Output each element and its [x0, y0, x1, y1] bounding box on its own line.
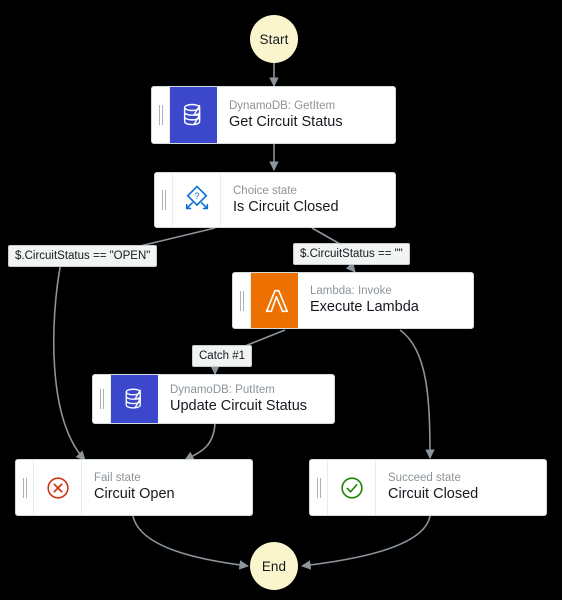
svg-text:?: ?: [194, 191, 199, 201]
state-title: Is Circuit Closed: [233, 198, 339, 215]
state-title: Update Circuit Status: [170, 397, 308, 414]
choice-icon: ?: [173, 173, 221, 227]
lambda-icon: [251, 273, 298, 328]
state-labels: Fail state Circuit Open: [82, 460, 252, 515]
state-subtitle: Fail state: [94, 472, 141, 484]
state-subtitle: Lambda: Invoke: [310, 285, 392, 297]
fail-icon: [34, 460, 82, 515]
edge-label-choice-open[interactable]: $.CircuitStatus == "OPEN": [8, 245, 158, 267]
state-subtitle: DynamoDB: GetItem: [229, 99, 336, 112]
edge-fail-to-end: [132, 515, 249, 570]
state-subtitle: Succeed state: [388, 472, 461, 484]
edge-choice-to-empty-label: [311, 227, 341, 245]
edge-label-catch[interactable]: Catch #1: [192, 345, 253, 367]
state-labels: DynamoDB: PutItem Update Circuit Status: [158, 375, 334, 423]
end-node[interactable]: End: [250, 542, 298, 590]
state-labels: Succeed state Circuit Closed: [376, 460, 546, 515]
state-labels: DynamoDB: GetItem Get Circuit Status: [217, 87, 395, 143]
edge-choice-to-open-label: [139, 227, 216, 247]
end-label: End: [261, 558, 287, 574]
drag-handle[interactable]: [310, 460, 328, 515]
edge-succeed-to-end: [301, 515, 431, 570]
state-title: Circuit Closed: [388, 486, 479, 502]
edge-lambda-to-succeed: [399, 329, 435, 459]
state-title: Circuit Open: [94, 486, 175, 502]
state-title: Execute Lambda: [310, 299, 419, 315]
state-circuit-closed[interactable]: Succeed state Circuit Closed: [309, 459, 547, 516]
drag-handle[interactable]: [16, 460, 34, 515]
state-labels: Lambda: Invoke Execute Lambda: [298, 273, 473, 328]
drag-handle[interactable]: [93, 375, 111, 423]
edge-open-label-to-fail: [52, 261, 86, 461]
workflow-canvas: Start DynamoDB: GetItem Get Circuit Stat…: [0, 0, 562, 600]
state-title: Get Circuit Status: [229, 113, 343, 130]
drag-handle[interactable]: [155, 173, 173, 227]
succeed-icon: [328, 460, 376, 515]
dynamodb-icon: [111, 375, 158, 423]
state-get-circuit-status[interactable]: DynamoDB: GetItem Get Circuit Status: [151, 86, 396, 144]
start-node[interactable]: Start: [250, 15, 298, 63]
start-label: Start: [259, 31, 289, 47]
state-circuit-open[interactable]: Fail state Circuit Open: [15, 459, 253, 516]
drag-handle[interactable]: [152, 87, 170, 143]
dynamodb-icon: [170, 87, 217, 143]
state-labels: Choice state Is Circuit Closed: [221, 173, 395, 227]
state-subtitle: Choice state: [233, 184, 297, 197]
state-subtitle: DynamoDB: PutItem: [170, 383, 275, 396]
state-is-circuit-closed[interactable]: ? Choice state Is Circuit Closed: [154, 172, 396, 228]
state-update-circuit-status[interactable]: DynamoDB: PutItem Update Circuit Status: [92, 374, 335, 424]
drag-handle[interactable]: [233, 273, 251, 328]
edge-label-choice-empty[interactable]: $.CircuitStatus == "": [293, 243, 410, 265]
edge-putitem-to-fail: [184, 423, 216, 461]
state-execute-lambda[interactable]: Lambda: Invoke Execute Lambda: [232, 272, 474, 329]
